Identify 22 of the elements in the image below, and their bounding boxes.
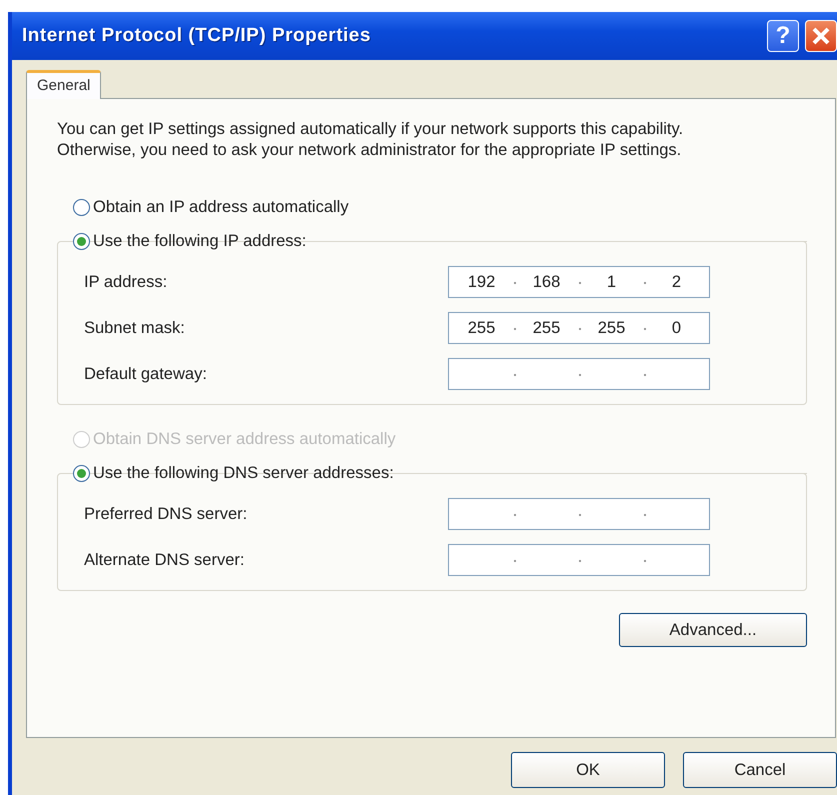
ip-address-field[interactable] [448, 498, 710, 530]
close-button[interactable] [805, 20, 837, 52]
help-button[interactable]: ? [767, 20, 799, 52]
radio-option[interactable]: Use the following DNS server addresses: [73, 461, 394, 485]
ip-address-field[interactable] [448, 544, 710, 576]
ip-address-field[interactable] [448, 358, 710, 390]
dialog-button[interactable]: Cancel [683, 752, 837, 788]
advanced-button[interactable]: Advanced... [619, 613, 807, 647]
field-label: Preferred DNS server: [84, 504, 248, 524]
intro-text: You can get IP settings assigned automatically if your network supports this capability. Otherwise, you need to ask your network administrator for the appropriate IP settings. [57, 119, 684, 161]
window-title: Internet Protocol (TCP/IP) Properties [22, 25, 372, 47]
ip-address-field[interactable]: 255 255 255 0 [448, 312, 710, 344]
ip-address-field[interactable]: 192 168 1 2 [448, 266, 710, 298]
field-label: Subnet mask: [84, 318, 185, 338]
close-icon [810, 25, 832, 47]
tab[interactable]: General [26, 70, 102, 99]
field-label: Alternate DNS server: [84, 550, 244, 570]
radio-option[interactable]: Obtain an IP address automatically [73, 195, 807, 219]
radio-option[interactable]: Use the following IP address: [73, 229, 306, 253]
dialog-button[interactable]: OK [511, 752, 665, 788]
field-label: Default gateway: [84, 364, 207, 384]
field-label: IP address: [84, 272, 168, 292]
